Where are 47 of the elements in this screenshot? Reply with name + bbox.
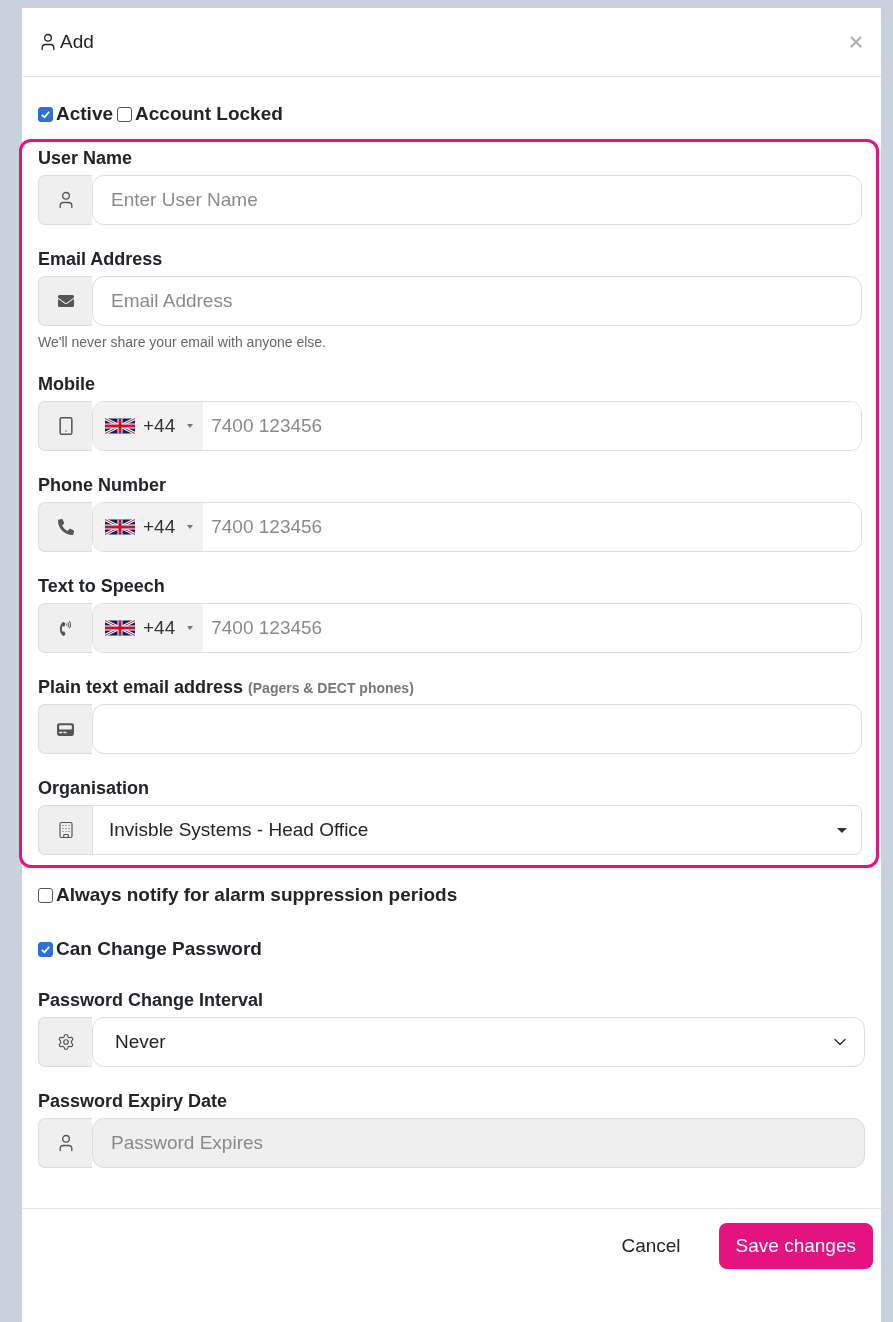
checkbox-label: Account Locked xyxy=(135,103,283,125)
field-label: Password Expiry Date xyxy=(38,1091,229,1112)
caret-icon xyxy=(187,424,194,428)
field-label: User Name xyxy=(38,148,134,169)
flag-icon xyxy=(105,619,135,637)
dialog-title: Add xyxy=(60,31,94,53)
checkbox-label: Can Change Password xyxy=(56,938,262,960)
caret-icon xyxy=(187,626,194,630)
flag-icon xyxy=(105,417,135,435)
input-field[interactable]: Email Address xyxy=(92,276,862,326)
field-label: Organisation xyxy=(38,778,150,799)
field-label: Mobile xyxy=(38,374,96,395)
settings-icon xyxy=(56,1033,75,1051)
input-field[interactable]: Enter User Name xyxy=(92,175,862,225)
save-button[interactable]: Save changes xyxy=(718,1223,873,1269)
country-code-dropdown[interactable]: +44 xyxy=(93,503,204,551)
checkbox[interactable] xyxy=(38,106,53,122)
caret-icon xyxy=(837,827,847,833)
checkbox-label: Always notify for alarm suppression periods xyxy=(56,884,458,906)
pager-icon xyxy=(57,720,74,738)
field-label: Password Change Interval xyxy=(38,990,265,1011)
checkmark-icon xyxy=(40,943,51,955)
field-label: Plain text email address (Pagers & DECT phones) xyxy=(38,677,415,698)
checkbox-label: Active xyxy=(56,103,114,125)
checkbox[interactable] xyxy=(117,106,133,122)
building-icon xyxy=(56,821,75,839)
phone-icon xyxy=(57,519,74,535)
field-label: Email Address xyxy=(38,249,164,270)
field-label: Text to Speech xyxy=(38,576,166,597)
checkbox[interactable] xyxy=(38,941,53,957)
field-label: Phone Number xyxy=(38,475,167,496)
input-field[interactable] xyxy=(92,704,862,754)
caret-icon xyxy=(187,525,194,529)
phone-input-field[interactable]: +44 7400 123456 xyxy=(92,502,862,552)
checkbox[interactable] xyxy=(38,887,53,903)
envelope-icon xyxy=(57,293,74,309)
flag-icon xyxy=(105,518,135,536)
organisation-select[interactable]: Invisble Systems - Head Office xyxy=(92,805,862,855)
country-code-dropdown[interactable]: +44 xyxy=(93,402,204,450)
checkmark-icon xyxy=(40,108,51,120)
cancel-button[interactable]: Cancel xyxy=(615,1234,687,1258)
phone-volume-icon xyxy=(58,620,73,636)
interval-select[interactable]: Never xyxy=(92,1017,865,1067)
help-text: We'll never share your email with anyone else. xyxy=(38,334,327,350)
country-code-dropdown[interactable]: +44 xyxy=(93,604,204,652)
phone-input-field[interactable]: +44 7400 123456 xyxy=(92,401,862,451)
phone-input-field[interactable]: +44 7400 123456 xyxy=(92,603,862,653)
